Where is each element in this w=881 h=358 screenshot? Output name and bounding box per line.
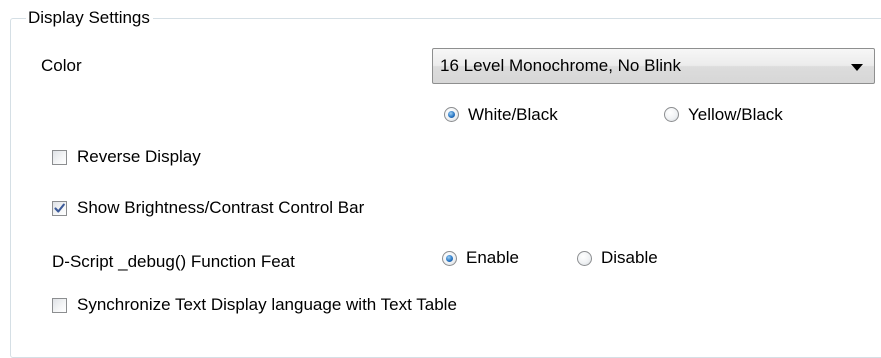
chevron-down-icon	[851, 64, 863, 71]
radio-debug-disable-label[interactable]: Disable	[601, 247, 658, 269]
brightness-bar-label[interactable]: Show Brightness/Contrast Control Bar	[77, 197, 364, 219]
color-label: Color	[41, 56, 82, 75]
reverse-display-checkbox[interactable]	[52, 150, 67, 165]
color-select-value: 16 Level Monochrome, No Blink	[440, 56, 681, 75]
group-title: Display Settings	[26, 7, 153, 29]
brightness-bar-checkbox[interactable]	[52, 201, 67, 216]
radio-yellow-black[interactable]	[664, 107, 679, 122]
radio-debug-disable[interactable]	[577, 251, 592, 266]
reverse-display-label[interactable]: Reverse Display	[77, 146, 201, 168]
color-select[interactable]: 16 Level Monochrome, No Blink	[432, 48, 875, 84]
radio-yellow-black-label[interactable]: Yellow/Black	[688, 104, 783, 126]
radio-white-black-label[interactable]: White/Black	[468, 104, 558, 126]
radio-debug-enable[interactable]	[442, 251, 457, 266]
radio-debug-enable-label[interactable]: Enable	[466, 247, 519, 269]
checkmark-icon	[54, 203, 65, 213]
radio-white-black[interactable]	[444, 107, 459, 122]
sync-language-label[interactable]: Synchronize Text Display language with T…	[77, 294, 457, 316]
debug-label: D-Script _debug() Function Feat	[52, 252, 295, 271]
sync-language-checkbox[interactable]	[52, 298, 67, 313]
